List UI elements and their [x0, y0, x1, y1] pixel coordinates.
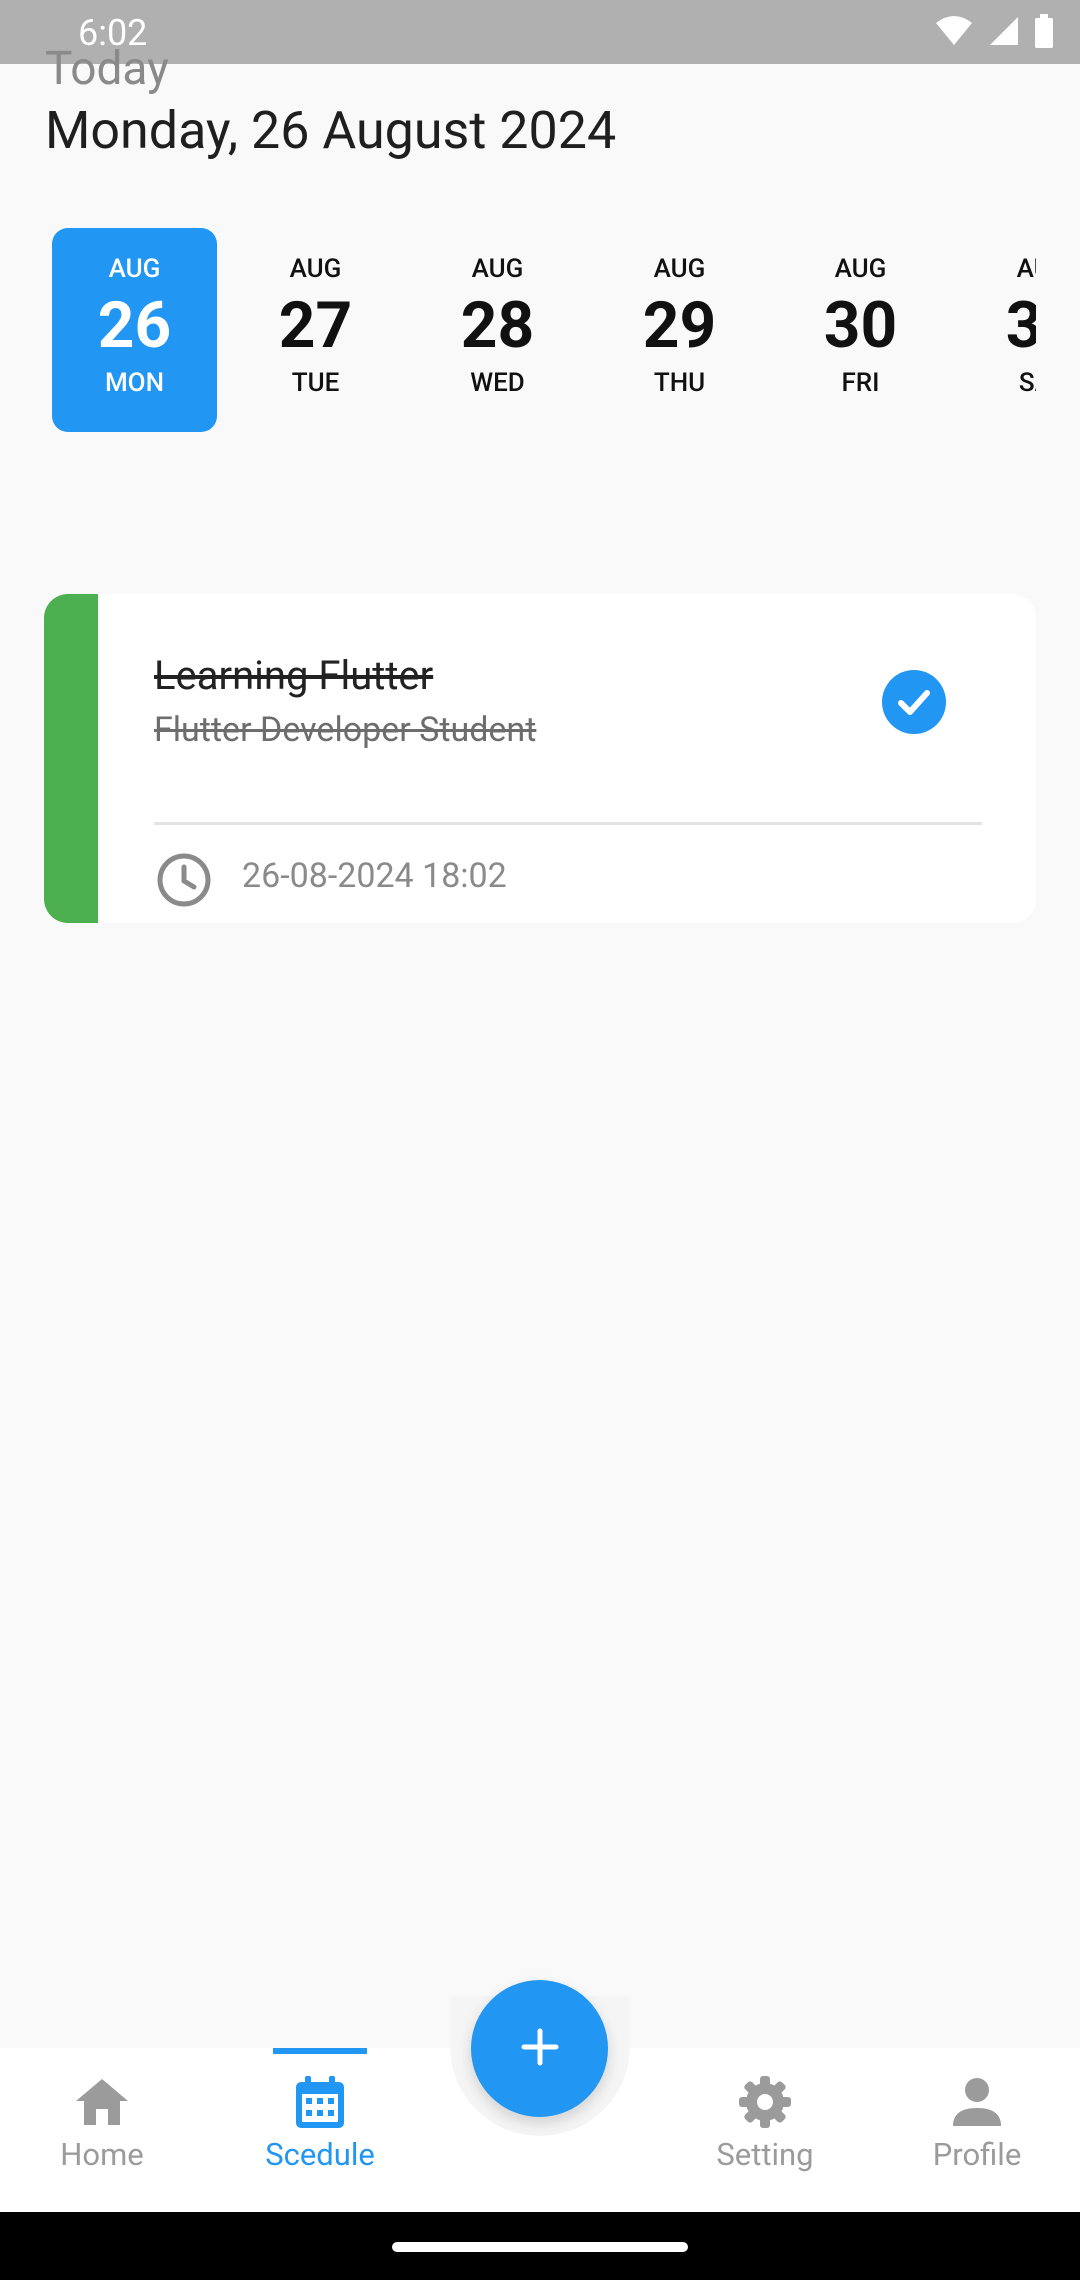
date-month: AUG: [471, 254, 524, 284]
task-datetime: 26-08-2024 18:02: [242, 856, 507, 896]
cellular-icon: [988, 15, 1020, 51]
date-item[interactable]: AUG 29 THU: [597, 228, 762, 432]
nav-label: Home: [60, 2136, 144, 2173]
date-weekday: SAT: [1018, 368, 1036, 398]
current-date-title: Monday, 26 August 2024: [45, 100, 617, 161]
date-day: 28: [460, 288, 535, 363]
nav-item-home[interactable]: Home: [12, 2048, 192, 2212]
gesture-handle[interactable]: [392, 2242, 688, 2252]
task-subtitle: Flutter Developer Student: [154, 710, 537, 750]
date-item[interactable]: AUG 30 FRI: [778, 228, 943, 432]
date-item[interactable]: AUG 27 TUE: [233, 228, 398, 432]
date-weekday: WED: [470, 368, 525, 398]
add-task-button[interactable]: [471, 1980, 608, 2117]
date-day: 27: [278, 288, 353, 363]
date-item[interactable]: AUG 28 WED: [415, 228, 580, 432]
date-picker-strip[interactable]: AUG 26 MON AUG 27 TUE AUG 28 WED AUG 29 …: [52, 228, 1036, 432]
nav-item-setting[interactable]: Setting: [675, 2048, 855, 2212]
plus-icon: [520, 2027, 560, 2071]
date-month: AUG: [289, 254, 342, 284]
date-day: 26: [97, 288, 172, 363]
date-day: 31: [1005, 288, 1036, 363]
battery-icon: [1034, 14, 1054, 52]
task-color-stripe: [44, 594, 98, 923]
person-icon: [951, 2074, 1003, 2130]
date-item-selected[interactable]: AUG 26 MON: [52, 228, 217, 432]
wifi-icon: [934, 15, 974, 51]
date-month: AUG: [1016, 254, 1036, 284]
gear-icon: [737, 2074, 793, 2130]
task-title: Learning Flutter: [154, 652, 434, 699]
nav-item-schedule[interactable]: Scedule: [230, 2048, 410, 2212]
date-weekday: TUE: [291, 368, 340, 398]
date-item[interactable]: AUG 31 SAT: [960, 228, 1036, 432]
date-weekday: THU: [653, 368, 706, 398]
nav-item-profile[interactable]: Profile: [887, 2048, 1067, 2212]
date-month: AUG: [653, 254, 706, 284]
status-icons: [934, 14, 1054, 52]
home-icon: [74, 2074, 130, 2130]
date-day: 30: [823, 288, 898, 363]
calendar-icon: [294, 2074, 346, 2130]
date-day: 29: [642, 288, 717, 363]
date-month: AUG: [108, 254, 161, 284]
date-month: AUG: [834, 254, 887, 284]
nav-label: Profile: [932, 2136, 1022, 2173]
date-weekday: FRI: [841, 368, 880, 398]
date-weekday: MON: [104, 368, 165, 398]
task-card[interactable]: Learning Flutter Flutter Developer Stude…: [44, 594, 1036, 923]
nav-label: Setting: [716, 2136, 814, 2173]
check-circle-icon[interactable]: [882, 670, 946, 734]
nav-label: Scedule: [265, 2136, 375, 2173]
clock-icon: [154, 850, 214, 914]
system-navigation-area: [0, 2212, 1080, 2280]
today-label: Today: [45, 42, 169, 96]
task-divider: [154, 822, 982, 825]
